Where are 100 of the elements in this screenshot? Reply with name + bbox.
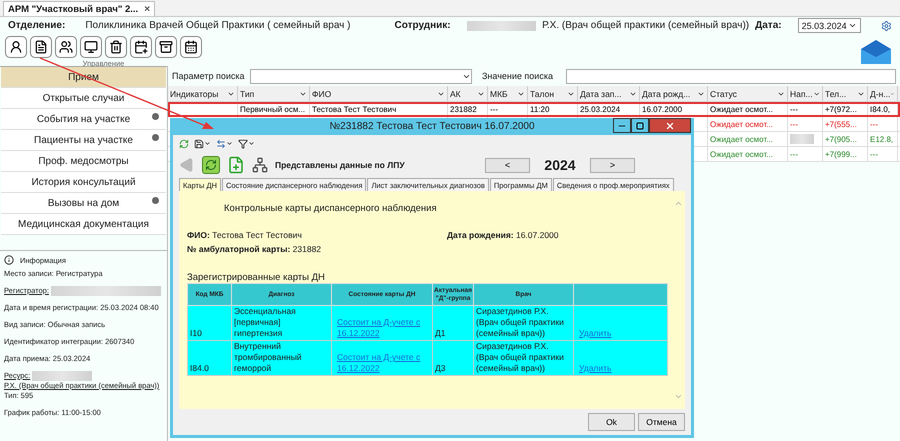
close-tab-button[interactable]: × bbox=[144, 4, 150, 14]
sidebar-item[interactable]: Открытые случаи bbox=[1, 88, 166, 109]
next-year-button[interactable]: > bbox=[590, 158, 635, 172]
table-cell: Ожидает осмот... bbox=[708, 102, 788, 116]
sidebar-item[interactable]: История консультаций bbox=[1, 172, 166, 193]
table-cell: --- bbox=[868, 147, 898, 161]
table-cell: I84.0, bbox=[868, 102, 898, 116]
date-label: Дата: bbox=[755, 20, 782, 31]
table-cell: --- bbox=[788, 102, 823, 116]
table-cell: I84.0 bbox=[188, 340, 232, 376]
table-cell: Сиразетдинов Р.Х. (Врач общей практики (семейный врач)) bbox=[474, 306, 574, 340]
close-button[interactable] bbox=[649, 118, 691, 133]
archive-button[interactable] bbox=[155, 36, 177, 58]
column-header[interactable]: Тип bbox=[238, 86, 310, 101]
sidebar-item[interactable]: Медицинская документация bbox=[1, 214, 166, 235]
archive-icon bbox=[159, 40, 173, 54]
refresh-icon[interactable] bbox=[202, 156, 220, 174]
column-header[interactable]: МКБ bbox=[488, 86, 528, 101]
calendar-plus-icon bbox=[134, 40, 148, 54]
sidebar-item[interactable]: Пациенты на участке bbox=[1, 130, 166, 151]
table-cell: Эссенциальная [первичная] гипертензия bbox=[232, 306, 332, 340]
year-label: 2024 bbox=[543, 157, 577, 173]
table-cell: +7(555... bbox=[823, 117, 868, 131]
app-tab[interactable]: АРМ "Участковый врач" 2... × bbox=[3, 1, 156, 16]
table-cell: Д1 bbox=[432, 306, 474, 340]
add-document-icon[interactable] bbox=[227, 156, 245, 174]
maximize-button[interactable] bbox=[631, 118, 649, 133]
content-heading: Контрольные карты диспансерного наблюдения bbox=[224, 203, 438, 214]
dialog-button[interactable]: Отмена bbox=[638, 413, 685, 431]
delete-link[interactable]: Удалить bbox=[576, 328, 612, 339]
maximize-icon bbox=[636, 122, 644, 130]
column-header[interactable]: Дата рожд... bbox=[640, 86, 708, 101]
cards-title: Зарегистрированные карты ДН bbox=[187, 272, 326, 283]
table-cell: Ожидает осмот... bbox=[708, 132, 788, 146]
table-cell: 25.03.2024 bbox=[578, 102, 640, 116]
table-cell: --- bbox=[788, 147, 823, 161]
table-cell: --- bbox=[788, 117, 823, 131]
search-value-field[interactable] bbox=[566, 68, 896, 84]
card-number: № амбулаторной карты: 231882 bbox=[187, 244, 322, 254]
table-cell: Д3 bbox=[432, 340, 474, 376]
table-cell: Тестова Тест Тестович bbox=[310, 102, 448, 116]
monitor-icon bbox=[84, 40, 98, 54]
search-value-label: Значение поиска bbox=[482, 71, 554, 81]
department-label: Отделение: bbox=[8, 20, 66, 31]
table-cell: Ожидает осмот... bbox=[708, 117, 788, 131]
dialog-title: №231882 Тестова Тест Тестович 16.07.2000 bbox=[329, 121, 535, 132]
sidebar-item[interactable]: События на участке bbox=[1, 109, 166, 130]
filter-menu-icon[interactable] bbox=[238, 138, 255, 148]
document-button[interactable] bbox=[30, 36, 52, 58]
date-picker[interactable]: 25.03.2024 bbox=[798, 18, 862, 33]
column-header[interactable]: Статус bbox=[708, 86, 788, 101]
info-icon bbox=[4, 255, 14, 265]
table-cell: Ожидает осмот... bbox=[708, 147, 788, 161]
save-menu-icon[interactable] bbox=[194, 138, 211, 148]
scope-label: Представлены данные по ЛПУ bbox=[275, 160, 405, 170]
employee-label: Сотрудник: bbox=[394, 20, 451, 31]
table-cell: 11:20 bbox=[528, 102, 578, 116]
sidebar-item[interactable]: Проф. медосмотры bbox=[1, 151, 166, 172]
search-param-label: Параметр поиска bbox=[172, 71, 244, 81]
column-header[interactable]: Тел... bbox=[823, 86, 868, 101]
column-header[interactable]: АК bbox=[448, 86, 488, 101]
trash-icon bbox=[109, 40, 123, 54]
column-header[interactable]: Талон bbox=[528, 86, 578, 101]
sidebar-item[interactable]: Вызовы на дом bbox=[1, 193, 166, 214]
minimize-button[interactable] bbox=[613, 118, 631, 133]
monitor-button[interactable] bbox=[80, 36, 102, 58]
settings-icon[interactable] bbox=[881, 18, 892, 32]
table-cell: 231882 bbox=[448, 102, 488, 116]
dropdown-icon bbox=[848, 21, 858, 30]
table-cell: +7(972... bbox=[823, 102, 868, 116]
calendar-button[interactable] bbox=[180, 36, 202, 58]
users-button[interactable] bbox=[55, 36, 77, 58]
table-cell: Внутренний тромбированный геморрой bbox=[232, 340, 332, 376]
calendar-add-button[interactable] bbox=[130, 36, 152, 58]
column-header[interactable]: Дата зап... bbox=[578, 86, 640, 101]
column-header[interactable]: Д-н... bbox=[868, 86, 898, 101]
table-cell: +7(905... bbox=[823, 132, 868, 146]
refresh-icon[interactable] bbox=[179, 138, 189, 148]
table-cell: 16.07.2000 bbox=[640, 102, 708, 116]
user-icon bbox=[9, 40, 23, 54]
redacted-block bbox=[466, 20, 536, 30]
envelope-logo bbox=[861, 40, 891, 64]
patient-name: ФИО: Тестова Тест Тестович bbox=[187, 230, 302, 240]
hierarchy-icon[interactable] bbox=[252, 157, 268, 173]
table-cell: I10 bbox=[188, 306, 232, 340]
arrows-menu-icon[interactable] bbox=[216, 138, 233, 148]
table-cell: Сиразетдинов Р.Х. (Врач общей практики (семейный врач)) bbox=[474, 340, 574, 376]
close-icon bbox=[665, 120, 675, 130]
dropdown-icon bbox=[812, 90, 820, 98]
column-header[interactable]: ФИО bbox=[310, 86, 448, 101]
column-header[interactable]: Нап... bbox=[788, 86, 823, 101]
user-button[interactable] bbox=[5, 36, 27, 58]
column-header[interactable]: Индикаторы bbox=[168, 86, 238, 101]
table-cell: --- bbox=[488, 102, 528, 116]
dialog-button[interactable]: Ok bbox=[588, 413, 635, 431]
calendar-icon bbox=[184, 40, 198, 54]
delete-button[interactable] bbox=[105, 36, 127, 58]
delete-link[interactable]: Удалить bbox=[576, 363, 612, 374]
birth-date: Дата рождения: 16.07.2000 bbox=[447, 230, 559, 240]
previous-year-button[interactable]: < bbox=[485, 158, 530, 172]
